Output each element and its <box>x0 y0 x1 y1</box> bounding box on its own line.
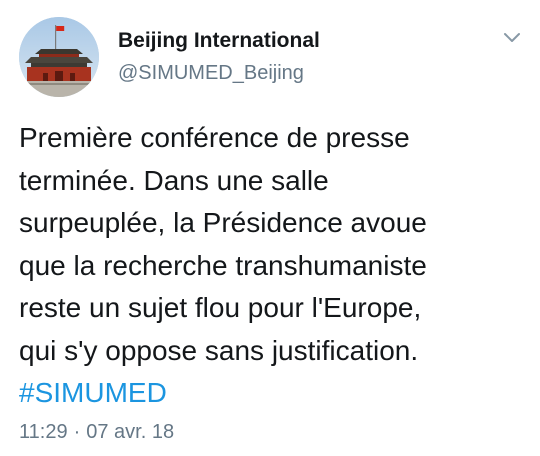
tweet-text-line: que la recherche transhumaniste <box>19 249 427 281</box>
meta-separator: · <box>73 421 81 443</box>
tweet-text-line: reste un sujet flou pour l'Europe, <box>19 292 422 323</box>
tweet-card: Beijing International @SIMUMED_Beijing P… <box>0 0 540 456</box>
tweet-text-line: Première conférence de presse <box>19 122 410 153</box>
tweet-meta: 11:29 · 07 avr. 18 <box>19 419 174 445</box>
avatar[interactable] <box>19 17 99 97</box>
chevron-down-icon[interactable] <box>498 25 526 49</box>
tweet-date[interactable]: 07 avr. 18 <box>86 421 174 443</box>
avatar-image <box>19 17 99 97</box>
tweet-text-line: qui s'y oppose sans justification. <box>19 334 419 366</box>
tweet-time[interactable]: 11:29 <box>19 421 68 443</box>
display-name[interactable]: Beijing International <box>118 28 320 54</box>
user-handle[interactable]: @SIMUMED_Beijing <box>118 60 320 86</box>
hashtag-link[interactable]: #SIMUMED <box>19 372 519 415</box>
tweet-text: Première conférence de presse terminée. … <box>19 117 519 415</box>
tweet-text-line: surpeuplée, la Présidence avoue <box>19 207 427 238</box>
author-block: Beijing International @SIMUMED_Beijing <box>118 28 320 86</box>
tweet-text-line: terminée. Dans une salle <box>19 164 329 196</box>
